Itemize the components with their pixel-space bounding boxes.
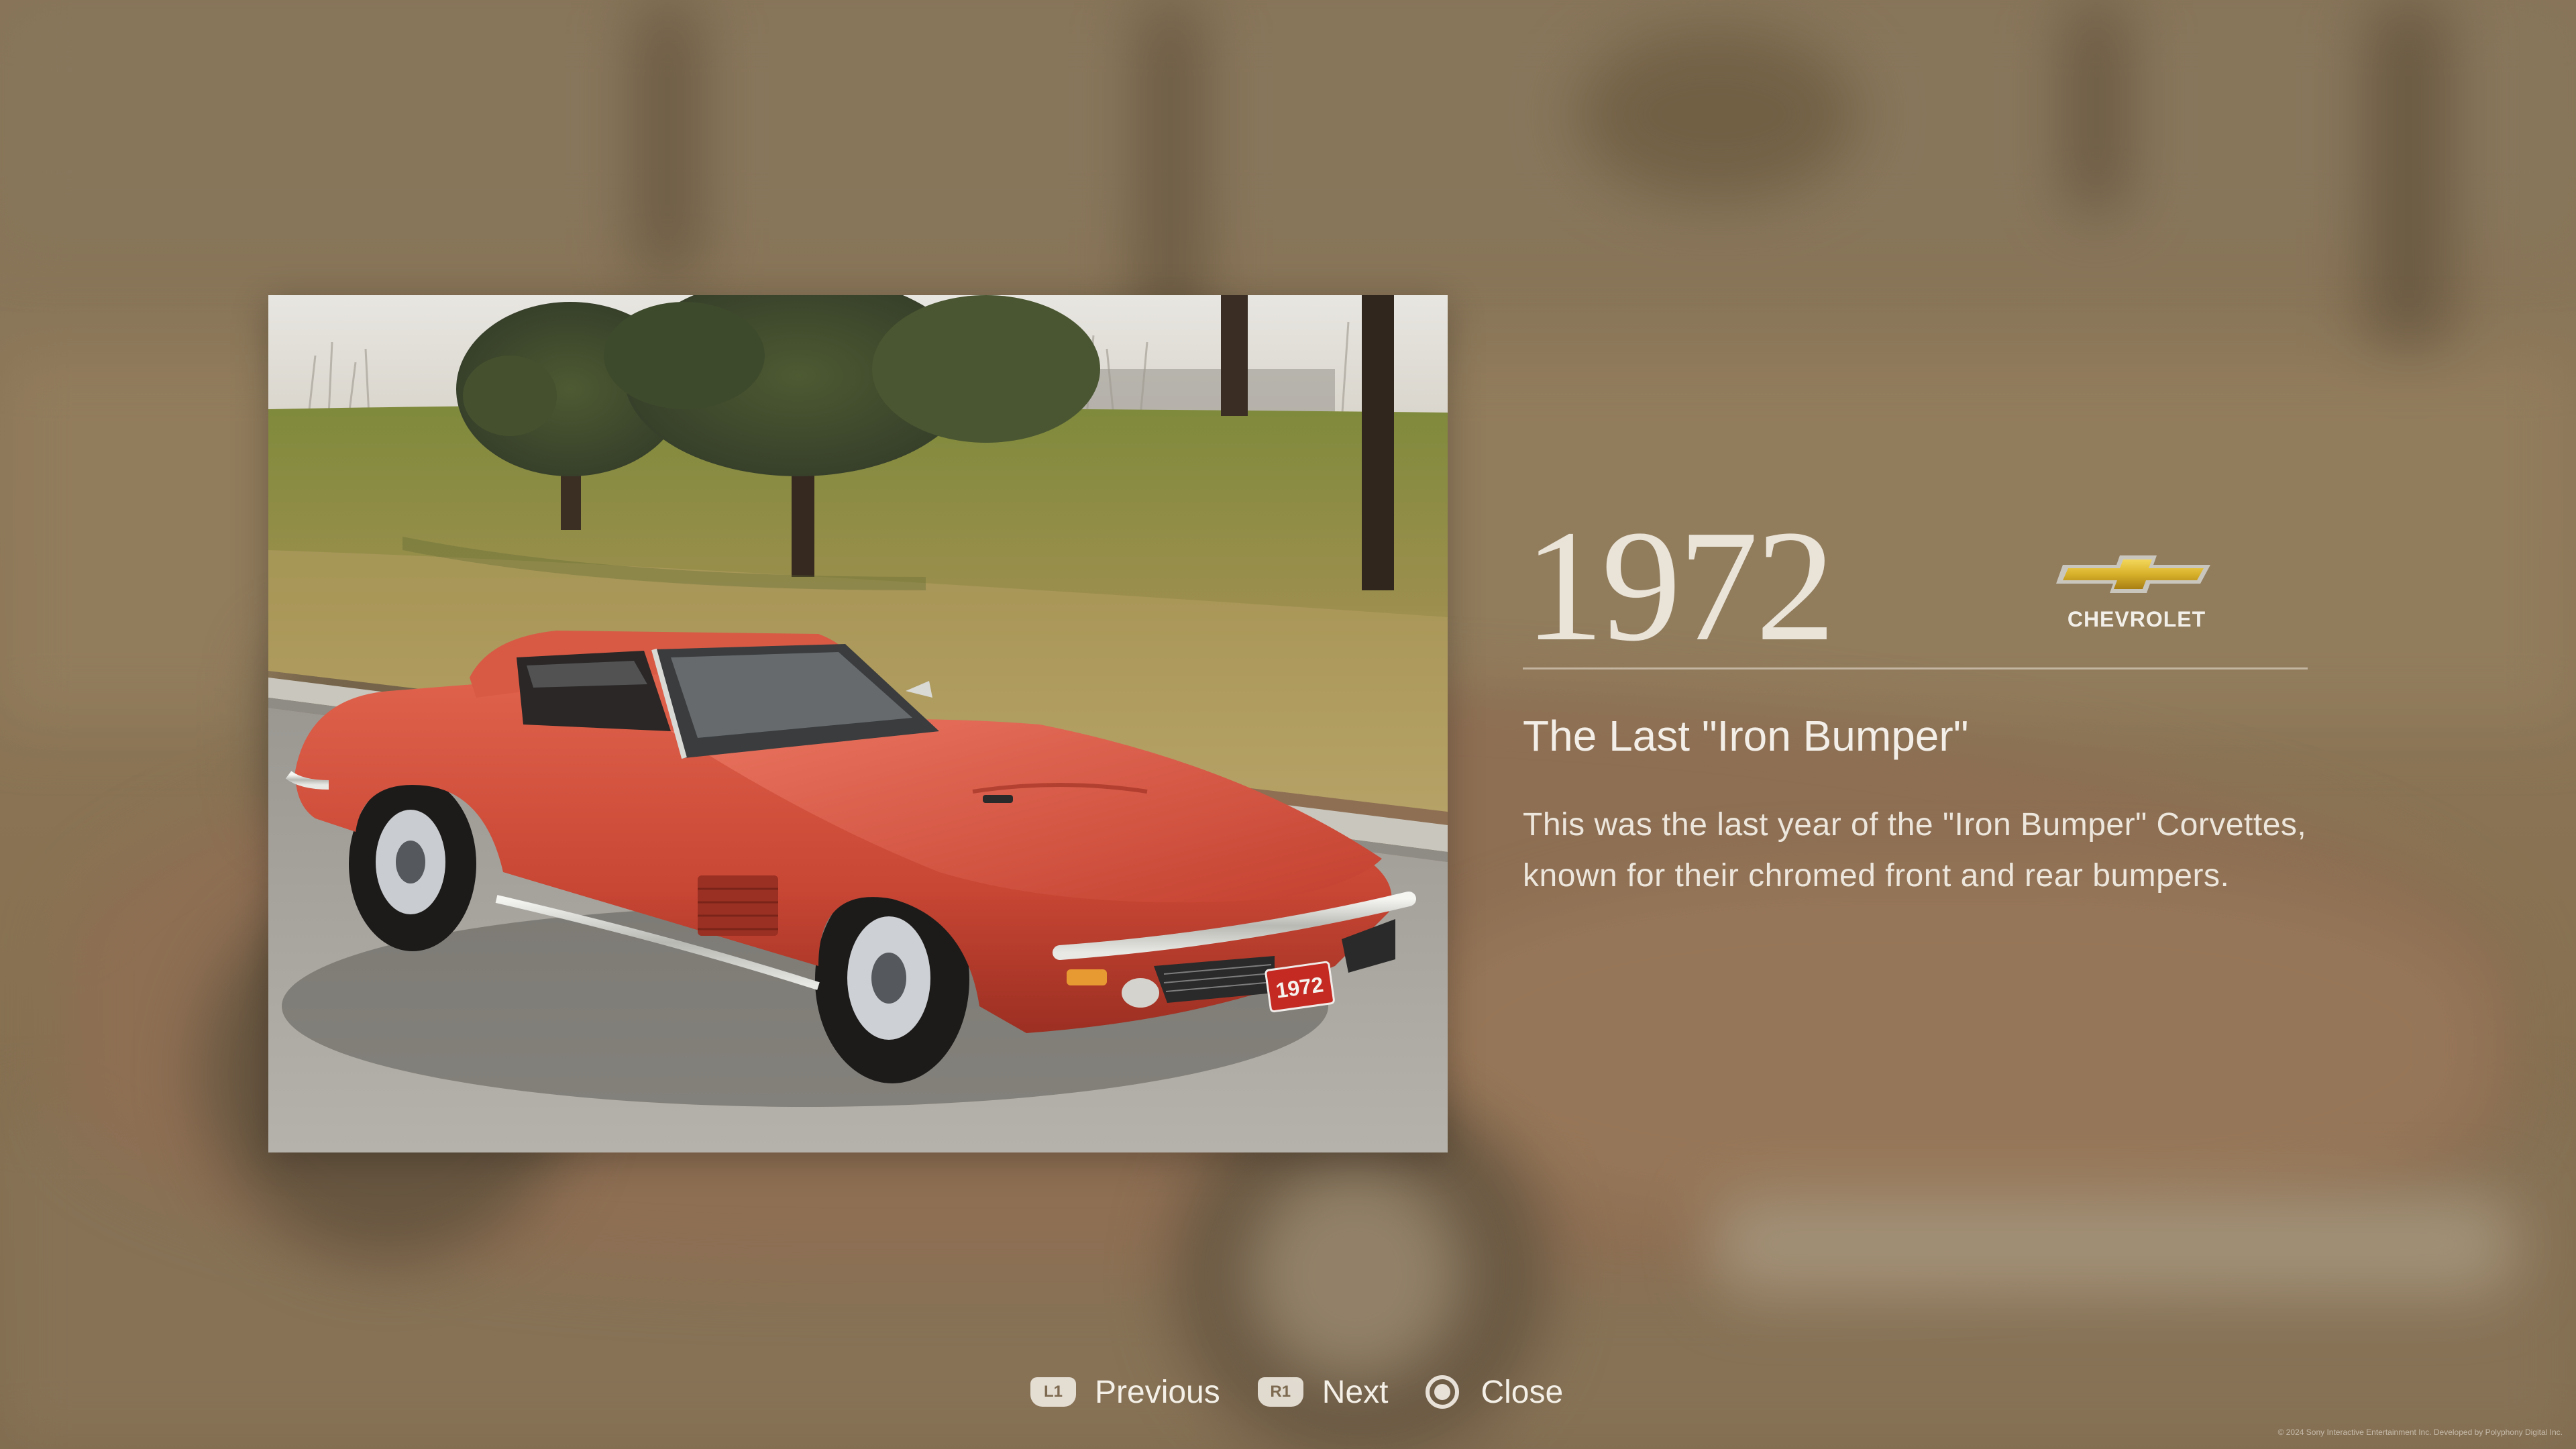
copyright-notice: © 2024 Sony Interactive Entertainment In… xyxy=(2277,1428,2563,1437)
previous-label: Previous xyxy=(1095,1374,1220,1410)
close-button[interactable]: Close xyxy=(1426,1374,1563,1411)
next-button[interactable]: R1 Next xyxy=(1257,1374,1389,1411)
model-year: 1972 xyxy=(1524,498,1835,674)
car-photo: 1972 xyxy=(268,295,1448,1152)
control-hints: L1 Previous R1 Next Close xyxy=(1030,1368,1601,1415)
l1-button-icon: L1 xyxy=(1030,1377,1076,1407)
r1-button-icon: R1 xyxy=(1257,1377,1303,1407)
article-description: This was the last year of the "Iron Bump… xyxy=(1523,807,2307,894)
article-title: The Last "Iron Bumper" xyxy=(1523,712,1969,760)
chevrolet-bowtie-icon xyxy=(2056,555,2210,593)
previous-button[interactable]: L1 Previous xyxy=(1030,1374,1220,1411)
divider xyxy=(1523,667,2308,669)
next-label: Next xyxy=(1322,1374,1389,1410)
brand-name: CHEVROLET xyxy=(2067,607,2206,631)
circle-button-icon xyxy=(1426,1375,1460,1409)
close-label: Close xyxy=(1481,1374,1564,1410)
brand-logo: CHEVROLET xyxy=(2046,551,2227,632)
